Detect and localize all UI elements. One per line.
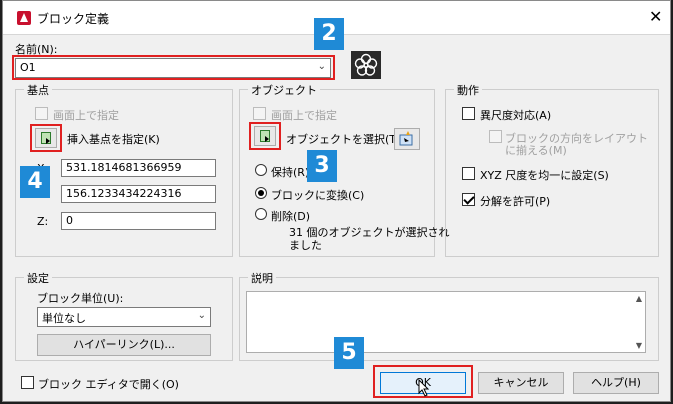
window-title: ブロック定義 [37, 12, 110, 26]
convert-to-block-label: ブロックに変換(C) [271, 189, 365, 202]
delete-radio[interactable] [255, 208, 267, 220]
uniform-scale-label: XYZ 尺度を均一に設定(S) [480, 169, 609, 182]
block-unit-combobox[interactable]: 単位なし ⌄ [37, 307, 211, 327]
z-coordinate-input[interactable]: 0 [61, 212, 216, 230]
callout-2: 2 [314, 18, 344, 50]
objects-specify-on-screen-label: 画面上で指定 [271, 109, 337, 122]
scroll-up-icon[interactable]: ▲ [636, 294, 642, 303]
callout-5: 5 [334, 337, 364, 369]
objects-title: オブジェクト [248, 82, 320, 98]
quick-select-button[interactable] [394, 128, 420, 150]
chevron-down-icon: ⌄ [197, 310, 206, 321]
pick-insertion-point-label: 挿入基点を指定(K) [67, 133, 160, 146]
mouse-cursor-icon [418, 378, 430, 400]
allow-explode-label: 分解を許可(P) [480, 195, 551, 208]
annotative-label: 異尺度対応(A) [480, 109, 552, 122]
block-preview-thumbnail [351, 51, 381, 79]
open-in-block-editor-label: ブロック エディタで開く(O) [38, 378, 179, 391]
retain-radio[interactable] [255, 164, 267, 176]
objects-specify-on-screen-checkbox[interactable] [253, 107, 266, 120]
help-button[interactable]: ヘルプ(H) [573, 372, 659, 394]
cancel-button[interactable]: キャンセル [478, 372, 564, 394]
behavior-title: 動作 [454, 82, 482, 98]
x-coordinate-input[interactable]: 531.1814681366959 [61, 159, 216, 177]
selection-status-line2: ました [289, 239, 322, 252]
description-title: 説明 [248, 270, 276, 286]
hyperlink-button[interactable]: ハイパーリンク(L)... [37, 334, 211, 356]
annotative-checkbox[interactable] [462, 107, 475, 120]
match-orientation-checkbox[interactable] [489, 130, 502, 143]
convert-to-block-radio[interactable] [255, 187, 267, 199]
scroll-down-icon[interactable]: ▼ [636, 341, 642, 350]
y-coordinate-input[interactable]: 156.1233434224316 [61, 185, 216, 203]
callout-4: 4 [20, 166, 50, 198]
base-specify-on-screen-checkbox[interactable] [35, 107, 48, 120]
base-point-title: 基点 [24, 82, 52, 98]
arrow-cursor-icon [418, 378, 430, 397]
delete-label: 削除(D) [271, 210, 311, 223]
allow-explode-checkbox[interactable] [462, 193, 475, 206]
callout-3: 3 [307, 150, 337, 182]
block-definition-dialog: ブロック定義 ✕ 名前(N): O1 ⌄ 2 基点 画面上で指定 挿入基点を指定… [2, 0, 671, 402]
flower-preview-icon [354, 53, 378, 76]
z-label: Z: [37, 215, 49, 228]
retain-label: 保持(R) [271, 166, 310, 179]
block-unit-value: 単位なし [42, 312, 86, 325]
open-in-block-editor-checkbox[interactable] [21, 376, 34, 389]
quick-select-icon [399, 131, 413, 146]
select-objects-label: オブジェクトを選択(T) [286, 133, 401, 146]
highlight-select-objects [249, 122, 281, 150]
highlight-name [12, 55, 335, 80]
description-textarea[interactable]: ▲ ▼ [246, 291, 646, 353]
highlight-pick-point [30, 124, 62, 152]
block-unit-label: ブロック単位(U): [37, 292, 124, 305]
uniform-scale-checkbox[interactable] [462, 167, 475, 180]
match-orientation-label-line2: に揃える(M) [505, 144, 567, 157]
settings-title: 設定 [24, 270, 52, 286]
close-icon[interactable]: ✕ [649, 7, 662, 26]
autocad-app-icon [17, 11, 31, 25]
base-specify-on-screen-label: 画面上で指定 [53, 109, 119, 122]
